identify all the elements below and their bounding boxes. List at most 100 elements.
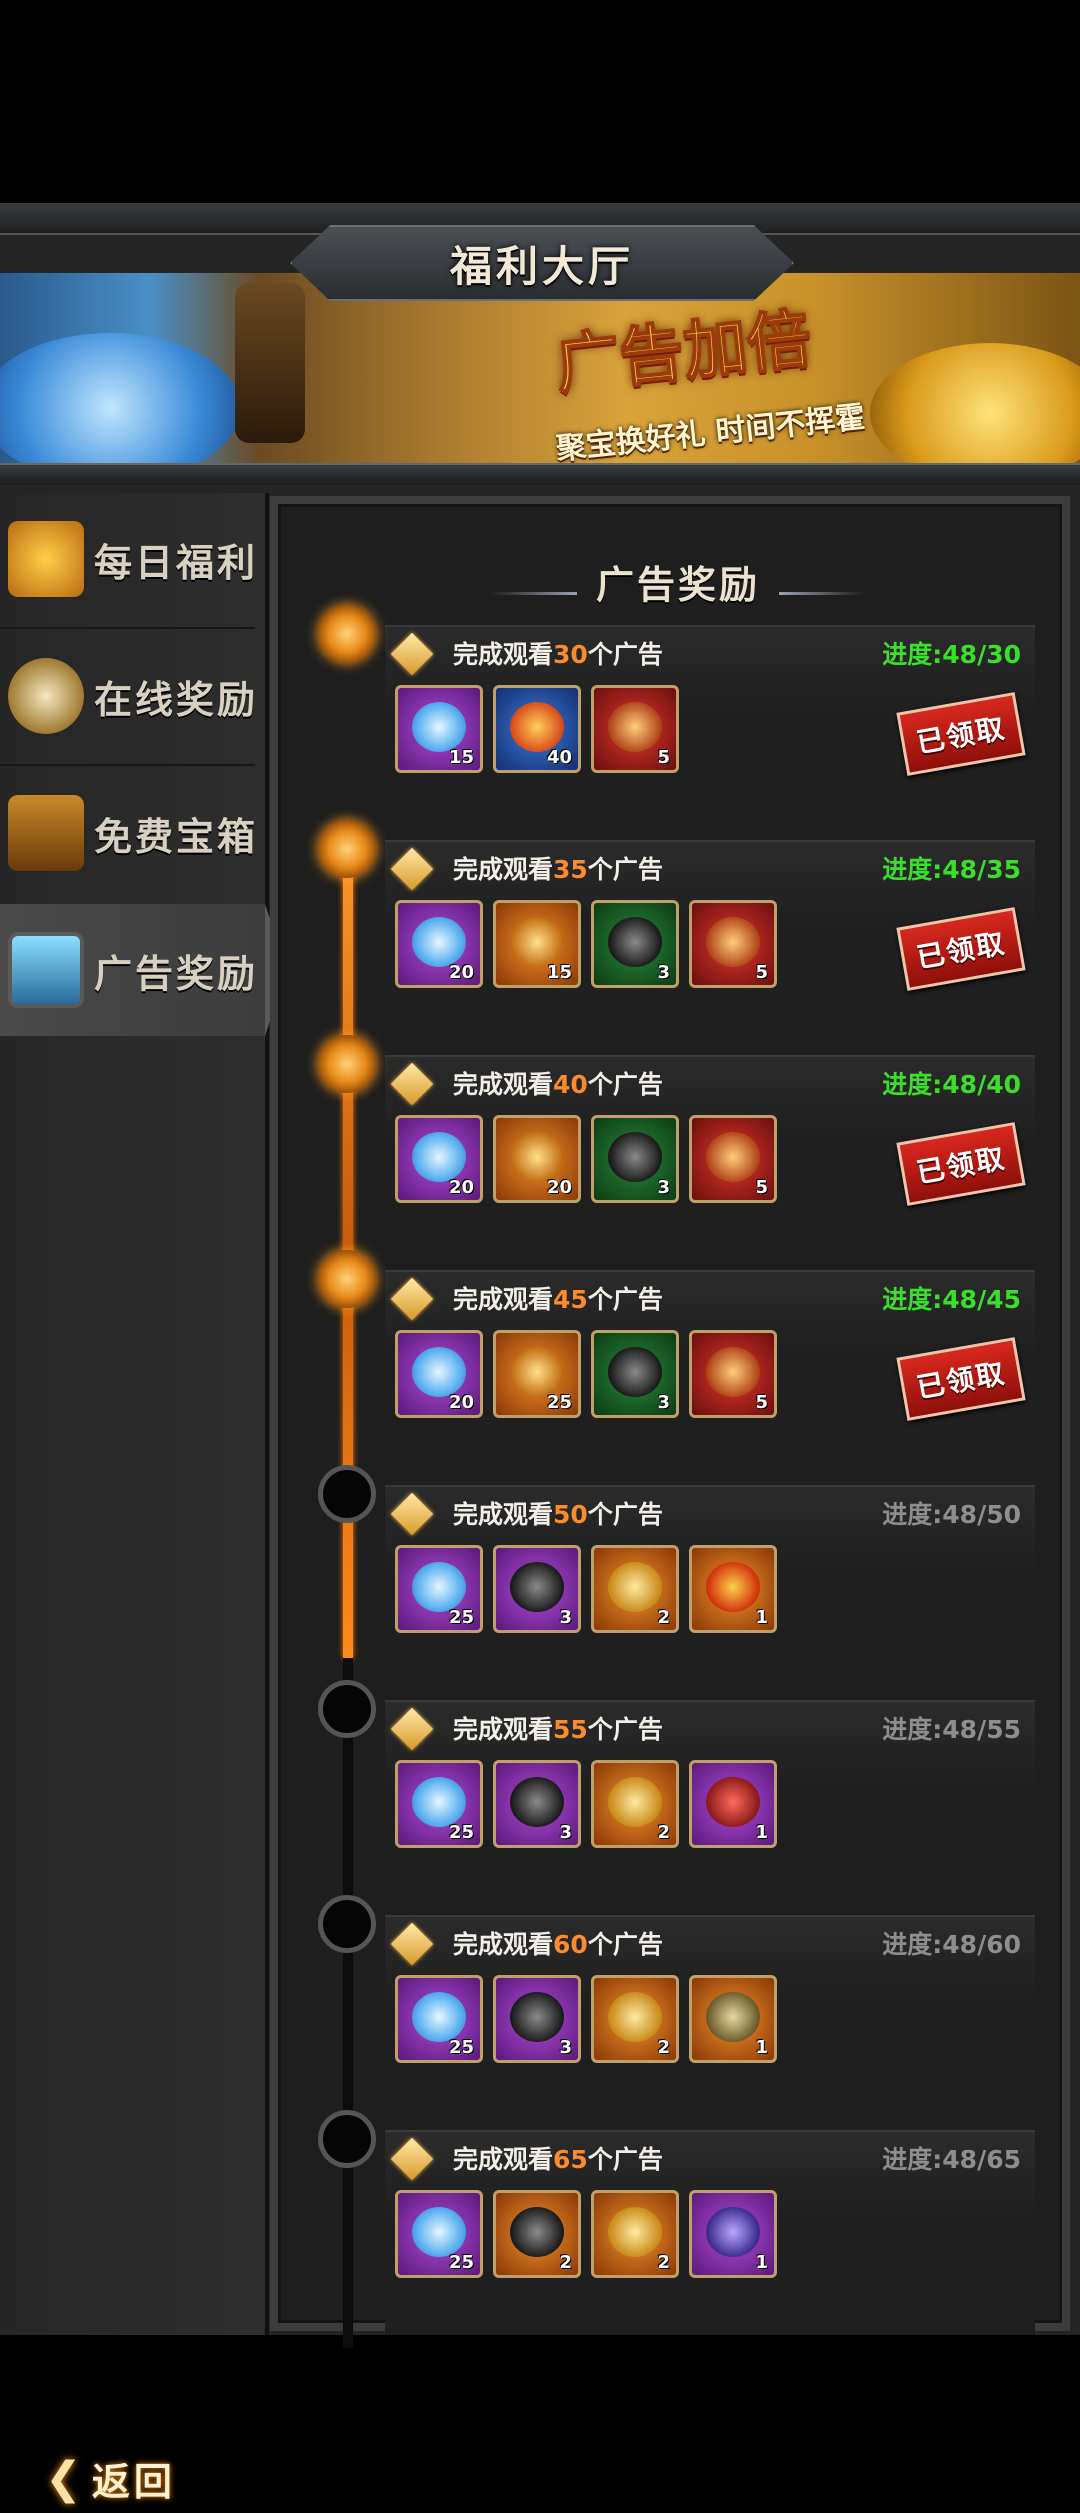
reward-quantity: 2 <box>657 2252 670 2273</box>
reward-item[interactable]: 1 <box>689 1760 777 1848</box>
mystery-token-icon <box>608 917 662 967</box>
sidebar-item-online-reward[interactable]: 在线奖励 <box>0 630 265 762</box>
reward-item[interactable]: 2 <box>493 2190 581 2278</box>
reward-item[interactable]: 15 <box>493 900 581 988</box>
reward-item[interactable]: 15 <box>395 685 483 773</box>
mystery-token-icon <box>510 1562 564 1612</box>
timeline-progress-empty <box>343 1658 353 2348</box>
reward-quantity: 20 <box>448 1177 474 1198</box>
exp-orb-icon <box>510 702 564 752</box>
reward-item[interactable]: 2 <box>591 1975 679 2063</box>
reward-quantity: 25 <box>448 1822 474 1843</box>
sidebar-item-daily-welfare[interactable]: 每日福利 <box>0 493 265 625</box>
mystery-token-icon <box>510 2207 564 2257</box>
sidebar-item-free-chest[interactable]: 免费宝箱 <box>0 767 265 899</box>
task-prefix: 完成观看 <box>453 1930 554 1959</box>
task-prefix: 完成观看 <box>453 640 554 669</box>
sidebar: 每日福利 在线奖励 免费宝箱 广告奖励 ❮ 返回 <box>0 493 287 2504</box>
task-prefix: 完成观看 <box>453 1500 554 1529</box>
coin-bag-icon <box>510 1347 564 1397</box>
lantern-art <box>235 283 305 443</box>
claimed-stamp: 已领取 <box>896 1122 1026 1206</box>
task-prefix: 完成观看 <box>453 1715 554 1744</box>
reward-quantity: 3 <box>559 2037 572 2058</box>
reward-item[interactable]: 25 <box>395 2190 483 2278</box>
reward-list: 25 3 2 1 <box>395 1975 777 2063</box>
task-progress: 进度:48/60 <box>882 1930 1021 1959</box>
reward-item[interactable]: 3 <box>493 1975 581 2063</box>
diamond-bullet-icon <box>390 1922 434 1966</box>
gem-bag-icon <box>608 702 662 752</box>
back-label: 返回 <box>91 2459 176 2504</box>
task-description: 完成观看45个广告 <box>453 1280 663 1316</box>
reward-quantity: 3 <box>657 1392 670 1413</box>
task-row: 完成观看60个广告 进度:48/60 25 3 2 1 <box>385 1915 1035 2120</box>
ankh-coin-icon <box>608 1992 662 2042</box>
task-suffix: 个广告 <box>587 640 663 669</box>
timeline-node <box>318 2110 376 2168</box>
sidebar-item-label: 每日福利 <box>94 540 259 585</box>
reward-item[interactable]: 25 <box>395 1545 483 1633</box>
diamond-bullet-icon <box>390 1277 434 1321</box>
task-row: 完成观看45个广告 进度:48/45 20 25 3 5 已领取 <box>385 1270 1035 1475</box>
task-row: 完成观看55个广告 进度:48/55 25 3 2 1 <box>385 1700 1035 1905</box>
reward-item[interactable]: 25 <box>493 1330 581 1418</box>
diamond-bullet-icon <box>390 632 434 676</box>
reward-quantity: 15 <box>448 747 474 768</box>
reward-item[interactable]: 25 <box>395 1760 483 1848</box>
reward-list: 20 20 3 5 <box>395 1115 777 1203</box>
pocket-watch-icon <box>8 658 84 734</box>
task-description: 完成观看40个广告 <box>453 1065 663 1101</box>
diamond-bullet-icon <box>390 2137 434 2181</box>
reward-item[interactable]: 3 <box>591 900 679 988</box>
task-progress: 进度:48/40 <box>882 1070 1021 1099</box>
sidebar-item-label: 免费宝箱 <box>94 814 259 859</box>
reward-quantity: 5 <box>657 747 670 768</box>
timeline-node <box>318 605 376 663</box>
reward-item[interactable]: 2 <box>591 1545 679 1633</box>
reward-item[interactable]: 1 <box>689 2190 777 2278</box>
back-button[interactable]: ❮ 返回 <box>45 2443 215 2513</box>
reward-item[interactable]: 5 <box>689 900 777 988</box>
reward-item[interactable]: 25 <box>395 1975 483 2063</box>
reward-item[interactable]: 5 <box>591 685 679 773</box>
reward-item[interactable]: 3 <box>493 1760 581 1848</box>
reward-item[interactable]: 3 <box>591 1330 679 1418</box>
reward-item[interactable]: 20 <box>395 1115 483 1203</box>
task-prefix: 完成观看 <box>453 1285 554 1314</box>
reward-item[interactable]: 2 <box>591 2190 679 2278</box>
task-prefix: 完成观看 <box>453 855 554 884</box>
app-frame: 广告加倍 聚宝换好礼 时间不挥霍 福利大厅 每日福利 在线奖励 免费宝箱 广告奖… <box>0 203 1080 2504</box>
diamond-pile-icon <box>412 2207 466 2257</box>
sidebar-divider <box>0 764 255 766</box>
claimed-stamp: 已领取 <box>896 907 1026 991</box>
reward-item[interactable]: 40 <box>493 685 581 773</box>
reward-item[interactable]: 5 <box>689 1330 777 1418</box>
reward-item[interactable]: 20 <box>395 900 483 988</box>
task-description: 完成观看60个广告 <box>453 1925 663 1961</box>
timeline-progress-filled <box>343 828 353 1658</box>
reward-quantity: 25 <box>546 1392 572 1413</box>
reward-item[interactable]: 3 <box>493 1545 581 1633</box>
reward-item[interactable]: 1 <box>689 1545 777 1633</box>
banner-slogan: 聚宝换好礼 时间不挥霍 <box>554 399 867 463</box>
claimed-label: 已领取 <box>914 926 1009 975</box>
reward-quantity: 25 <box>448 2252 474 2273</box>
timeline-node <box>318 1895 376 1953</box>
timeline-node <box>318 1035 376 1093</box>
task-suffix: 个广告 <box>587 1715 663 1744</box>
reward-quantity: 1 <box>755 1607 768 1628</box>
reward-item[interactable]: 20 <box>395 1330 483 1418</box>
reward-item[interactable]: 1 <box>689 1975 777 2063</box>
timeline-node <box>318 1250 376 1308</box>
task-row: 完成观看40个广告 进度:48/40 20 20 3 5 已领取 <box>385 1055 1035 1260</box>
tv-icon <box>8 932 84 1008</box>
reward-item[interactable]: 3 <box>591 1115 679 1203</box>
reward-item[interactable]: 2 <box>591 1760 679 1848</box>
task-row: 完成观看65个广告 进度:48/65 25 2 2 1 <box>385 2130 1035 2335</box>
sidebar-item-ad-reward[interactable]: 广告奖励 <box>0 904 287 1036</box>
diamond-bullet-icon <box>390 1492 434 1536</box>
reward-item[interactable]: 5 <box>689 1115 777 1203</box>
task-suffix: 个广告 <box>587 1070 663 1099</box>
reward-item[interactable]: 20 <box>493 1115 581 1203</box>
